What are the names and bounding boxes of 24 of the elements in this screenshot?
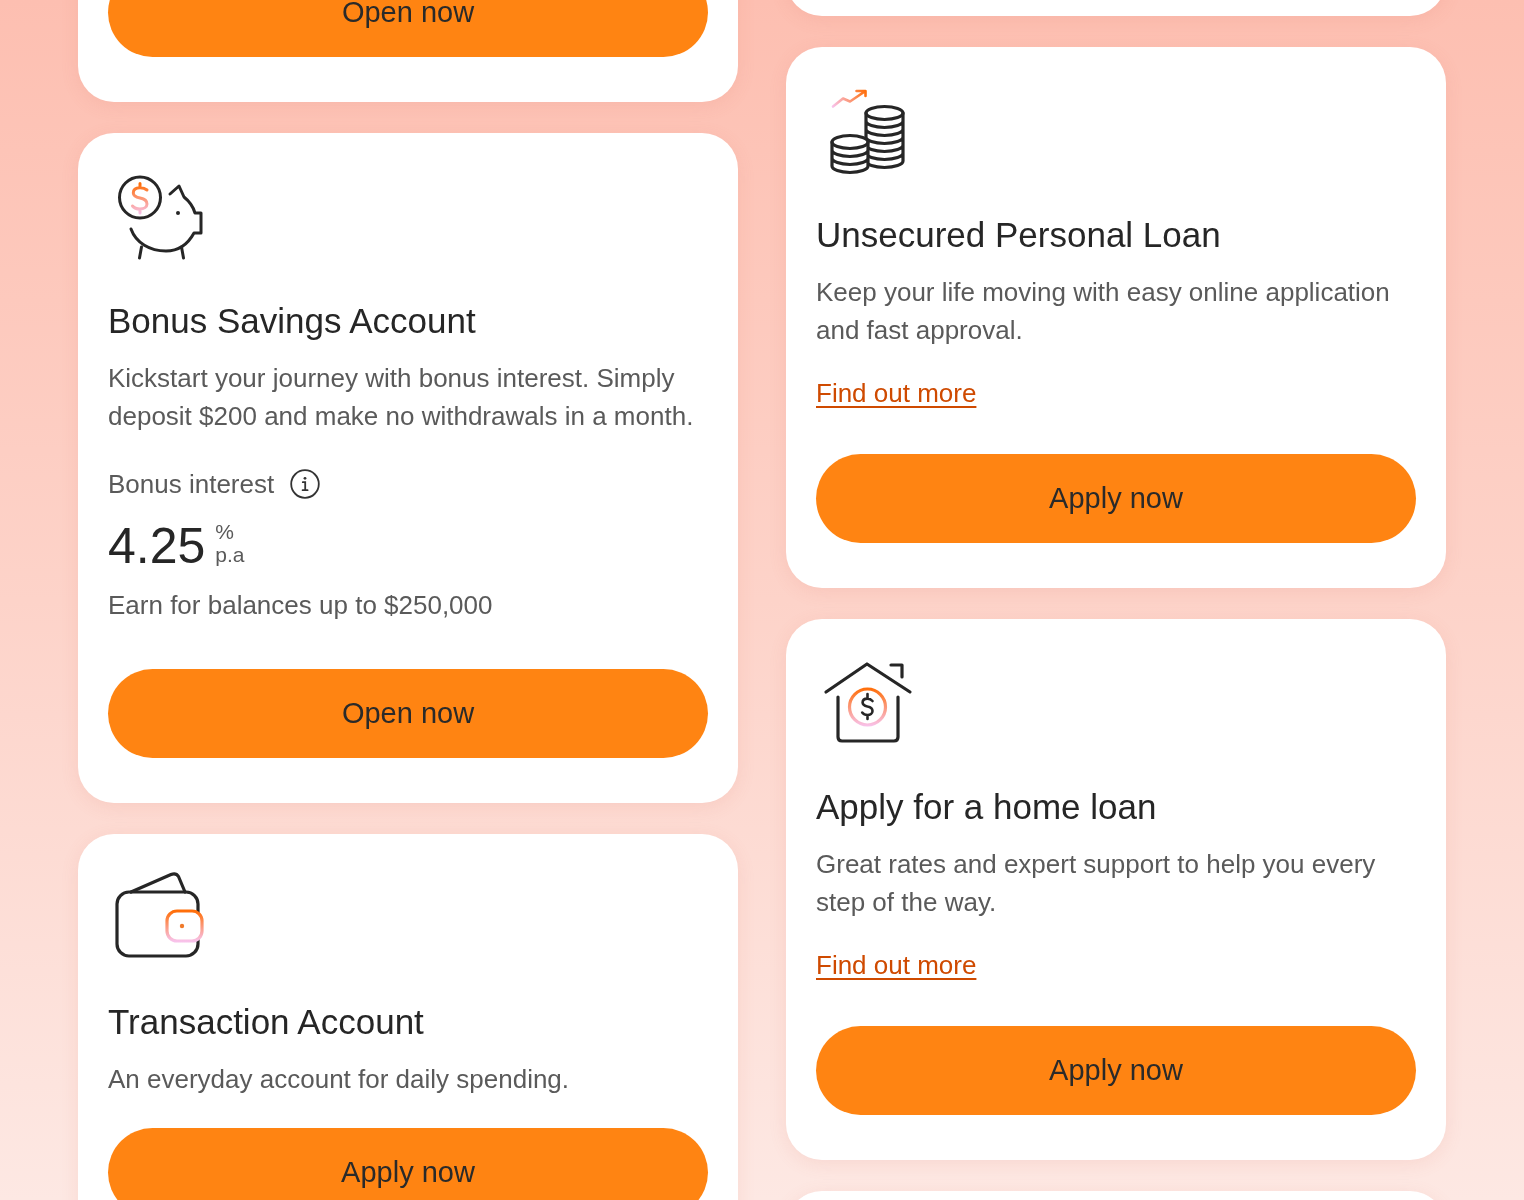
find-out-more-link[interactable]: Find out more (816, 374, 977, 412)
card-description: Keep your life moving with easy online application and fast approval. (816, 276, 1391, 347)
rate-unit: % (215, 520, 235, 543)
action-button[interactable]: Open now (108, 0, 708, 57)
coin-stacks-icon (829, 87, 906, 176)
card-title: Unsecured Personal Loan (816, 214, 1221, 256)
find-out-more-link[interactable]: Find out more (816, 946, 977, 984)
info-icon[interactable] (290, 469, 321, 499)
card-description: An everyday account for daily spending. (108, 1063, 571, 1096)
rate-period: p.a (215, 543, 245, 566)
card-description: Kickstart your journey with bonus interest. Simply deposit $200 and make no withdrawals in a month. (108, 362, 695, 433)
wallet-icon (113, 870, 206, 960)
card-title: Transaction Account (108, 1001, 424, 1043)
card-title: Bonus Savings Account (108, 300, 476, 342)
card-description: Great rates and expert support to help you every step of the way. (816, 848, 1377, 919)
rate-note: Earn for balances up to $250,000 (108, 589, 494, 622)
action-button[interactable]: Apply now (108, 1128, 708, 1200)
action-button[interactable]: Apply now (816, 1026, 1416, 1115)
action-button[interactable]: Open now (108, 669, 708, 758)
rate-label: Bonus interest (108, 468, 275, 501)
house-dollar-icon (823, 660, 914, 745)
card-title: Apply for a home loan (816, 786, 1157, 828)
rate-value: 4.25 (108, 518, 206, 574)
action-button[interactable]: Apply now (816, 454, 1416, 543)
